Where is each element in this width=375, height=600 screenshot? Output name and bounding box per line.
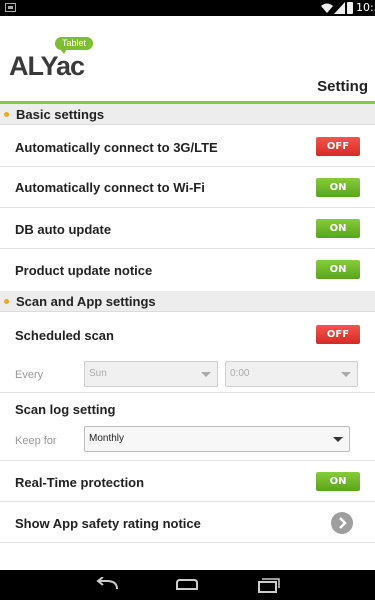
- signal-icon: [334, 2, 345, 14]
- setting-row-db-update: DB auto update ON: [0, 208, 375, 249]
- setting-row-product-update: Product update notice ON: [0, 249, 375, 291]
- keep-for-value: Monthly: [89, 433, 125, 444]
- every-label: Every: [15, 369, 44, 381]
- setting-label: Product update notice: [15, 263, 153, 278]
- setting-row-scan-log: Scan log setting Keep for Monthly: [0, 393, 375, 461]
- keep-for-select[interactable]: Monthly: [84, 426, 350, 452]
- toggle-realtime-protection[interactable]: ON: [316, 472, 360, 491]
- dropdown-arrow-icon: [341, 372, 351, 377]
- toggle-3g-lte[interactable]: OFF: [316, 137, 360, 156]
- recents-icon[interactable]: [256, 577, 280, 593]
- setting-row-every: Every Sun 0:00: [0, 357, 375, 393]
- toggle-scheduled-scan[interactable]: OFF: [316, 325, 360, 344]
- clock: 10:54: [356, 1, 375, 14]
- app-logo: ALYac: [9, 51, 85, 81]
- page-title: Setting: [317, 78, 368, 95]
- dropdown-arrow-icon: [201, 372, 211, 377]
- setting-row-realtime: Real-Time protection ON: [0, 461, 375, 502]
- bullet-dot-icon: [4, 299, 9, 304]
- navigation-bar: [0, 570, 375, 600]
- section-title: Scan and App settings: [16, 294, 156, 309]
- dropdown-arrow-icon: [333, 437, 343, 442]
- setting-label: DB auto update: [15, 222, 112, 237]
- day-select[interactable]: Sun: [84, 361, 218, 387]
- setting-row-3g-lte: Automatically connect to 3G/LTE OFF: [0, 126, 375, 167]
- setting-row-wifi: Automatically connect to Wi-Fi ON: [0, 167, 375, 208]
- setting-row-scheduled-scan: Scheduled scan OFF: [0, 313, 375, 357]
- setting-label: Show App safety rating notice: [15, 516, 201, 531]
- setting-label: Automatically connect to 3G/LTE: [15, 140, 218, 155]
- toggle-wifi[interactable]: ON: [316, 178, 360, 197]
- home-icon[interactable]: [175, 577, 199, 593]
- section-basic-settings: Basic settings: [0, 104, 375, 125]
- wifi-icon: [321, 3, 333, 13]
- setting-label: Real-Time protection: [15, 475, 145, 490]
- section-scan-app-settings: Scan and App settings: [0, 291, 375, 312]
- day-select-value: Sun: [89, 368, 107, 379]
- setting-row-app-safety[interactable]: Show App safety rating notice: [0, 502, 375, 543]
- status-bar: 10:54: [0, 0, 375, 16]
- time-select-value: 0:00: [230, 368, 250, 379]
- setting-label: Scan log setting: [15, 402, 116, 417]
- toggle-db-update[interactable]: ON: [316, 219, 360, 238]
- toggle-product-update[interactable]: ON: [316, 260, 360, 279]
- setting-label: Scheduled scan: [15, 328, 114, 343]
- time-select[interactable]: 0:00: [225, 361, 358, 387]
- app-header: Tablet ALYac Setting: [0, 16, 375, 101]
- tablet-badge: Tablet: [55, 37, 93, 54]
- keep-for-label: Keep for: [15, 435, 57, 447]
- section-title: Basic settings: [16, 107, 105, 122]
- battery-icon: [347, 2, 353, 14]
- setting-label: Automatically connect to Wi-Fi: [15, 180, 205, 195]
- bullet-dot-icon: [4, 112, 9, 117]
- screenshot-icon: [5, 3, 16, 12]
- chevron-right-icon[interactable]: [331, 512, 353, 534]
- back-icon[interactable]: [95, 577, 119, 593]
